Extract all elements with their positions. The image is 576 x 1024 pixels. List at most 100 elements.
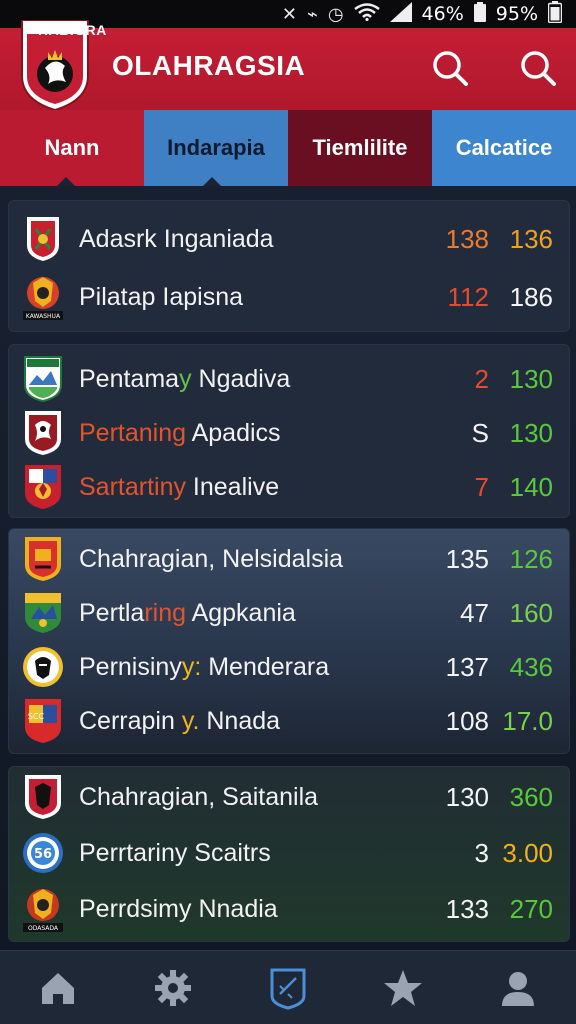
wifi-icon <box>353 2 380 26</box>
stat-value-2: 130 <box>509 363 553 394</box>
list-item[interactable]: Chahragian, Nelsidalsia 135 126 <box>9 533 571 585</box>
badge-text: ODASADA <box>28 925 59 932</box>
stat-value-2: 360 <box>509 781 553 812</box>
team-badge <box>21 535 65 583</box>
search-button-2[interactable] <box>516 46 560 90</box>
stat-value-1: 7 <box>474 471 489 502</box>
team-name: Pilatap Iapisna <box>79 282 244 311</box>
battery-percent-a: 46% <box>421 3 464 25</box>
team-name: Perrdsimy Nnadia <box>79 894 278 923</box>
stat-value-2: 3.00 <box>502 837 553 868</box>
team-name: Pernisinyy: Menderara <box>79 652 330 681</box>
team-badge <box>21 643 65 691</box>
stat-value-2: 270 <box>509 893 553 924</box>
list-item[interactable]: KAWASHUA Pilatap Iapisna 112 186 <box>9 271 571 323</box>
team-name: Pertlaring Agpkania <box>79 598 296 627</box>
battery-percent-b: 95% <box>495 3 538 25</box>
app-title: OLAHRAGSIA <box>112 50 306 81</box>
battery-icon <box>473 1 486 27</box>
standings-group-4: Chahragian, Saitanila 130 360 56 Perrtar… <box>8 766 570 942</box>
tab-label: Indarapia <box>167 135 265 160</box>
badge-text: KAWASHUA <box>26 313 61 320</box>
stat-value-1: 130 <box>445 781 489 812</box>
team-name: Chahragian, Saitanila <box>79 782 319 811</box>
gear-icon <box>154 969 191 1006</box>
badge-text: SCC <box>28 712 45 721</box>
list-item[interactable]: SCC Cerrapin y. Nnada 108 17.0 <box>9 695 571 747</box>
tab-label: Tiemlilite <box>312 135 408 160</box>
tab-tiemlilite[interactable]: Tiemlilite <box>288 110 432 186</box>
list-item[interactable]: Chahragian, Saitanila 130 360 <box>9 771 571 823</box>
profile-icon <box>502 971 535 1006</box>
stat-value-1: 137 <box>445 651 489 682</box>
search-icon <box>433 51 468 86</box>
list-item[interactable]: Pertaning Apadics S 130 <box>9 407 571 459</box>
tab-calcatice[interactable]: Calcatice <box>432 110 576 186</box>
stat-value-1: 133 <box>445 893 489 924</box>
team-badge <box>21 773 65 821</box>
tab-indicator <box>203 177 221 186</box>
app-screen: ✕ ⌁ ◷ 46% 95% HABIGRA OLAHRAGSIA Nann In… <box>0 0 576 1024</box>
list-item[interactable]: 56 Perrtariny Scaitrs 3 3.00 <box>9 827 571 879</box>
club-logo[interactable]: HABIGRA <box>18 19 106 112</box>
stat-value-2: 186 <box>509 281 553 312</box>
search-button[interactable] <box>428 46 472 90</box>
search-icon <box>521 51 556 86</box>
team-badge <box>21 463 65 511</box>
standings-group-1: Adasrk Inganiada 138 136 KAWASHUA Pilata… <box>8 200 570 332</box>
stat-value-1: 138 <box>445 223 489 254</box>
stat-value-2: 17.0 <box>502 705 553 736</box>
standings-group-2: Pentamay Ngadiva 2 130 Pertaning Apadics… <box>8 344 570 518</box>
standings-group-3: Chahragian, Nelsidalsia 135 126 Pertlari… <box>8 528 570 754</box>
team-name: Sartartiny Inealive <box>79 472 280 501</box>
stat-value-2: 130 <box>509 417 553 448</box>
tab-indicator <box>57 177 75 186</box>
team-name: Pentamay Ngadiva <box>79 364 291 393</box>
team-badge <box>21 589 65 637</box>
nav-tactics[interactable] <box>260 960 316 1016</box>
tab-bar: Nann Indarapia Tiemlilite Calcatice <box>0 110 576 186</box>
mute-icon: ✕ <box>281 3 297 25</box>
tab-indarapia[interactable]: Indarapia <box>144 110 288 186</box>
stat-value-2: 160 <box>509 597 553 628</box>
nav-settings[interactable] <box>145 960 201 1016</box>
team-badge: 56 <box>21 829 65 877</box>
app-header: HABIGRA OLAHRAGSIA <box>0 19 576 112</box>
team-name: Cerrapin y. Nnada <box>79 706 281 735</box>
team-name: Chahragian, Nelsidalsia <box>79 544 344 573</box>
alarm-icon: ◷ <box>327 3 344 25</box>
star-icon <box>384 969 423 1006</box>
stat-value-1: 47 <box>460 597 489 628</box>
battery-icon <box>547 0 563 28</box>
team-badge <box>21 409 65 457</box>
stat-value-2: 436 <box>509 651 553 682</box>
stat-value-2: 140 <box>509 471 553 502</box>
list-item[interactable]: Pertlaring Agpkania 47 160 <box>9 587 571 639</box>
nav-profile[interactable] <box>490 960 546 1016</box>
nav-favorites[interactable] <box>375 960 431 1016</box>
vibrate-icon: ⌁ <box>306 3 318 25</box>
tab-nann[interactable]: Nann <box>0 110 144 186</box>
team-badge <box>21 215 65 263</box>
list-item[interactable]: Sartartiny Inealive 7 140 <box>9 461 571 513</box>
stat-value-1: S <box>471 417 489 448</box>
list-item[interactable]: Pernisinyy: Menderara 137 436 <box>9 641 571 693</box>
home-icon <box>41 972 74 1004</box>
stat-value-1: 3 <box>474 837 489 868</box>
team-badge: KAWASHUA <box>21 273 65 321</box>
signal-icon <box>389 1 412 27</box>
list-item[interactable]: Adasrk Inganiada 138 136 <box>9 213 571 265</box>
list-item[interactable]: ODASADA Perrdsimy Nnadia 133 270 <box>9 883 571 935</box>
bottom-navigation <box>0 950 576 1024</box>
stat-value-1: 2 <box>474 363 489 394</box>
stat-value-2: 126 <box>509 543 553 574</box>
team-badge <box>21 355 65 403</box>
team-name: Pertaning Apadics <box>79 418 281 447</box>
list-item[interactable]: Pentamay Ngadiva 2 130 <box>9 353 571 405</box>
nav-home[interactable] <box>30 960 86 1016</box>
tab-label: Calcatice <box>455 135 553 160</box>
team-name: Perrtariny Scaitrs <box>79 838 271 867</box>
stat-value-2: 136 <box>509 223 553 254</box>
stat-value-1: 135 <box>445 543 489 574</box>
tactics-icon <box>270 968 306 1010</box>
